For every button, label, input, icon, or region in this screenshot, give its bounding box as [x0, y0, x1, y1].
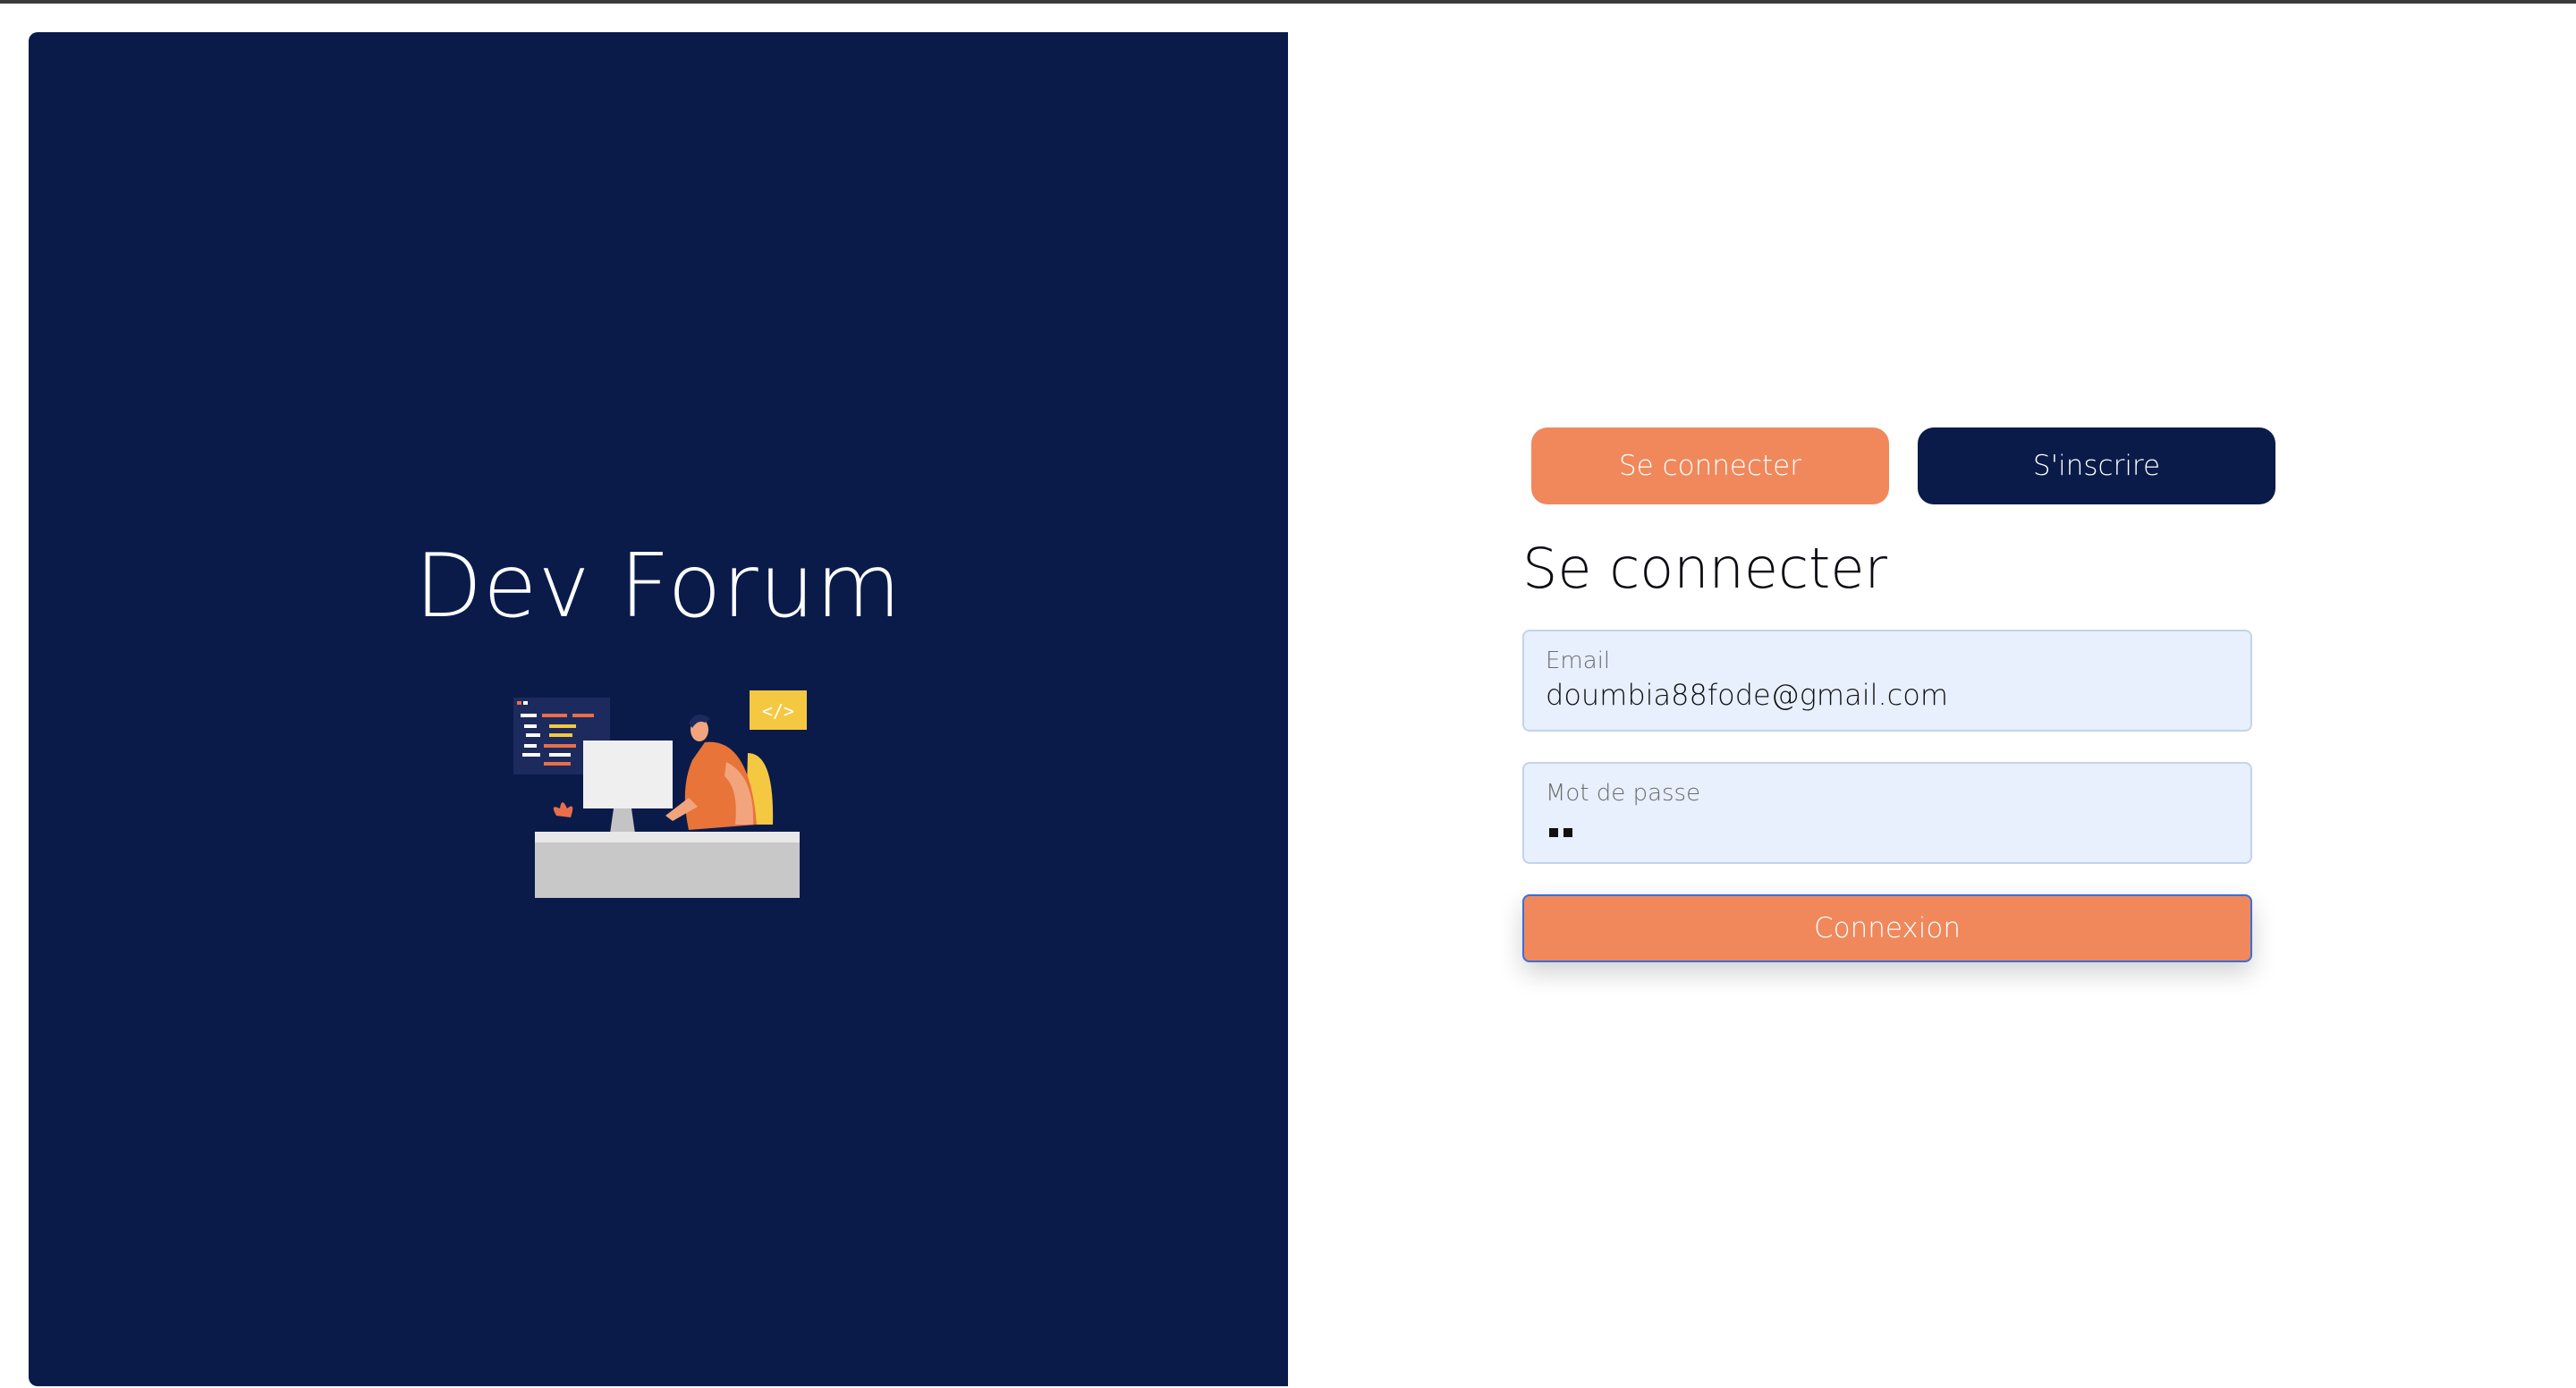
signup-tab-button[interactable]: S'inscrire — [1918, 427, 2275, 504]
password-label: Mot de passe — [1546, 780, 1701, 807]
window-top-border — [0, 0, 2576, 4]
password-input[interactable] — [1549, 828, 1572, 837]
svg-text:</>: </> — [762, 700, 794, 722]
auth-tabs: Se connecter S'inscrire — [1531, 427, 2275, 504]
email-label: Email — [1546, 647, 1611, 674]
login-tab-button[interactable]: Se connecter — [1531, 427, 1889, 504]
login-submit-button[interactable]: Connexion — [1522, 894, 2252, 962]
password-mask-dot — [1563, 828, 1572, 837]
brand-title: Dev Forum — [414, 536, 902, 638]
developer-at-desk-illustration: </> — [513, 690, 807, 898]
form-title: Se connecter — [1522, 536, 1887, 601]
password-field[interactable]: Mot de passe — [1522, 762, 2252, 864]
email-field[interactable]: Email doumbia88fode@gmail.com — [1522, 630, 2252, 732]
password-mask-dot — [1549, 828, 1558, 837]
monitor-icon — [583, 741, 673, 808]
brand-panel: Dev Forum </> — [29, 32, 1288, 1386]
email-input[interactable]: doumbia88fode@gmail.com — [1546, 678, 1948, 712]
